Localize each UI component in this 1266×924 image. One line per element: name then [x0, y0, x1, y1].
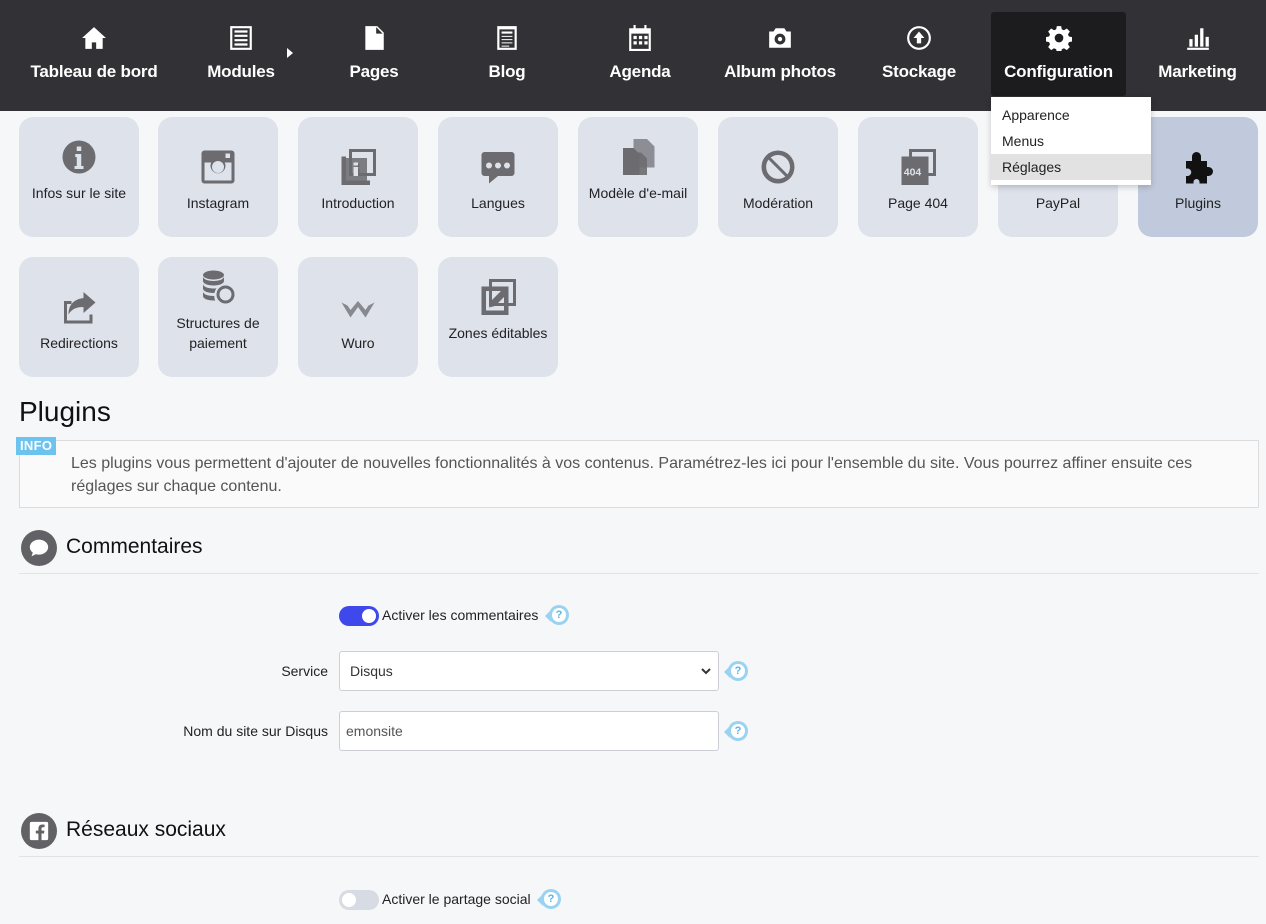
blog-icon — [494, 25, 520, 51]
tile-wuro[interactable]: Wuro — [298, 257, 418, 377]
nav-label: Marketing — [1158, 62, 1237, 81]
menu-item-menus[interactable]: Menus — [991, 128, 1151, 154]
submenu-caret-icon[interactable] — [287, 48, 293, 58]
info-icon — [61, 139, 97, 175]
tile-structures-de-paiement[interactable]: Structures de paiement — [158, 257, 278, 377]
section-title: Commentaires — [66, 535, 203, 558]
tile-label: Zones éditables — [448, 325, 548, 341]
tile-label: Modèle d'e-mail — [588, 185, 688, 201]
social-share-toggle-label: Activer le partage social — [382, 891, 531, 907]
instagram-icon — [200, 149, 236, 185]
tile-label: Instagram — [186, 195, 250, 211]
help-icon[interactable]: ? — [724, 721, 748, 743]
nav-item-marketing[interactable]: Marketing — [1150, 12, 1245, 96]
info-box: Les plugins vous permettent d'ajouter de… — [19, 440, 1259, 508]
ban-icon — [760, 149, 796, 185]
comment-icon — [21, 530, 57, 566]
tile-introduction[interactable]: Introduction — [298, 117, 418, 237]
configuration-dropdown-menu: Apparence Menus Réglages — [991, 97, 1151, 185]
nav-item-agenda[interactable]: Agenda — [600, 12, 680, 96]
list-icon — [228, 25, 254, 51]
gear-icon — [1045, 25, 1072, 53]
menu-item-reglages[interactable]: Réglages — [991, 154, 1151, 180]
toggle-knob — [362, 609, 376, 623]
service-select[interactable]: Disqus — [339, 651, 719, 691]
tile-label: Page 404 — [888, 195, 948, 211]
nav-label: Configuration — [1004, 62, 1113, 81]
nav-item-dashboard[interactable]: Tableau de bord — [24, 12, 164, 96]
comments-toggle-label: Activer les commentaires — [382, 607, 539, 623]
section-reseaux-sociaux-header: Réseaux sociaux — [19, 813, 1259, 857]
tile-zones-editables[interactable]: Zones éditables — [438, 257, 558, 377]
tile-page-404[interactable]: 404 Page 404 — [858, 117, 978, 237]
documents-icon — [620, 139, 656, 175]
edit-icon — [480, 279, 516, 315]
nav-label: Stockage — [882, 62, 956, 81]
nav-label: Modules — [207, 62, 275, 81]
bar-chart-icon — [1185, 25, 1211, 51]
svg-text:404: 404 — [904, 166, 922, 178]
tile-label: Redirections — [40, 335, 118, 351]
nav-item-modules[interactable]: Modules — [196, 12, 286, 96]
menu-item-apparence[interactable]: Apparence — [991, 102, 1151, 128]
tile-label: Introduction — [321, 195, 395, 211]
tile-label: Wuro — [341, 335, 375, 351]
tile-langues[interactable]: Langues — [438, 117, 558, 237]
facebook-icon — [21, 813, 57, 849]
section-commentaires-header: Commentaires — [19, 530, 1259, 574]
disqus-site-label: Nom du site sur Disqus — [183, 723, 328, 739]
page-icon — [361, 25, 387, 51]
tile-label: Infos sur le site — [31, 185, 127, 201]
speech-bubble-icon — [480, 149, 516, 185]
tile-plugins[interactable]: Plugins — [1138, 117, 1258, 237]
nav-item-album-photos[interactable]: Album photos — [719, 12, 841, 96]
nav-label: Album photos — [724, 62, 836, 81]
nav-item-pages[interactable]: Pages — [334, 12, 414, 96]
nav-label: Tableau de bord — [30, 62, 158, 81]
upload-icon — [906, 25, 932, 51]
tile-label: Plugins — [1175, 195, 1221, 211]
help-icon[interactable]: ? — [545, 605, 569, 627]
tile-label: Modération — [742, 195, 814, 211]
nav-label: Pages — [349, 62, 399, 81]
comments-toggle[interactable] — [339, 606, 379, 626]
camera-icon — [767, 25, 793, 51]
tile-instagram[interactable]: Instagram — [158, 117, 278, 237]
toggle-knob — [342, 893, 356, 907]
calendar-icon — [627, 25, 653, 51]
nav-item-configuration[interactable]: Configuration — [991, 12, 1126, 96]
tile-label: Structures de paiement — [176, 315, 260, 351]
tile-modele-email[interactable]: Modèle d'e-mail — [578, 117, 698, 237]
page-404-icon: 404 — [900, 149, 936, 185]
tile-redirections[interactable]: Redirections — [19, 257, 139, 377]
social-share-toggle[interactable] — [339, 890, 379, 910]
puzzle-icon — [1180, 149, 1216, 185]
section-title: Réseaux sociaux — [66, 818, 226, 841]
wuro-icon — [340, 289, 376, 325]
home-icon — [81, 25, 107, 51]
help-icon[interactable]: ? — [724, 661, 748, 683]
nav-item-stockage[interactable]: Stockage — [874, 12, 964, 96]
chevron-down-icon — [701, 668, 711, 675]
info-text: Les plugins vous permettent d'ajouter de… — [71, 455, 1193, 495]
share-icon — [61, 289, 97, 325]
nav-item-blog[interactable]: Blog — [472, 12, 542, 96]
tile-infos-sur-le-site[interactable]: Infos sur le site — [19, 117, 139, 237]
tile-label: PayPal — [1035, 195, 1081, 211]
disqus-site-input[interactable] — [339, 711, 719, 751]
nav-label: Blog — [488, 62, 526, 81]
introduction-icon — [340, 149, 376, 185]
tile-label: Langues — [471, 195, 525, 211]
info-badge: INFO — [16, 437, 57, 455]
top-navigation: Tableau de bord Modules Pages Blog Agend… — [0, 0, 1266, 111]
coins-icon — [200, 269, 236, 305]
service-label: Service — [281, 663, 328, 679]
service-select-value: Disqus — [350, 663, 393, 679]
page-title: Plugins — [19, 396, 111, 427]
nav-label: Agenda — [609, 62, 671, 81]
tile-moderation[interactable]: Modération — [718, 117, 838, 237]
help-icon[interactable]: ? — [537, 889, 561, 911]
